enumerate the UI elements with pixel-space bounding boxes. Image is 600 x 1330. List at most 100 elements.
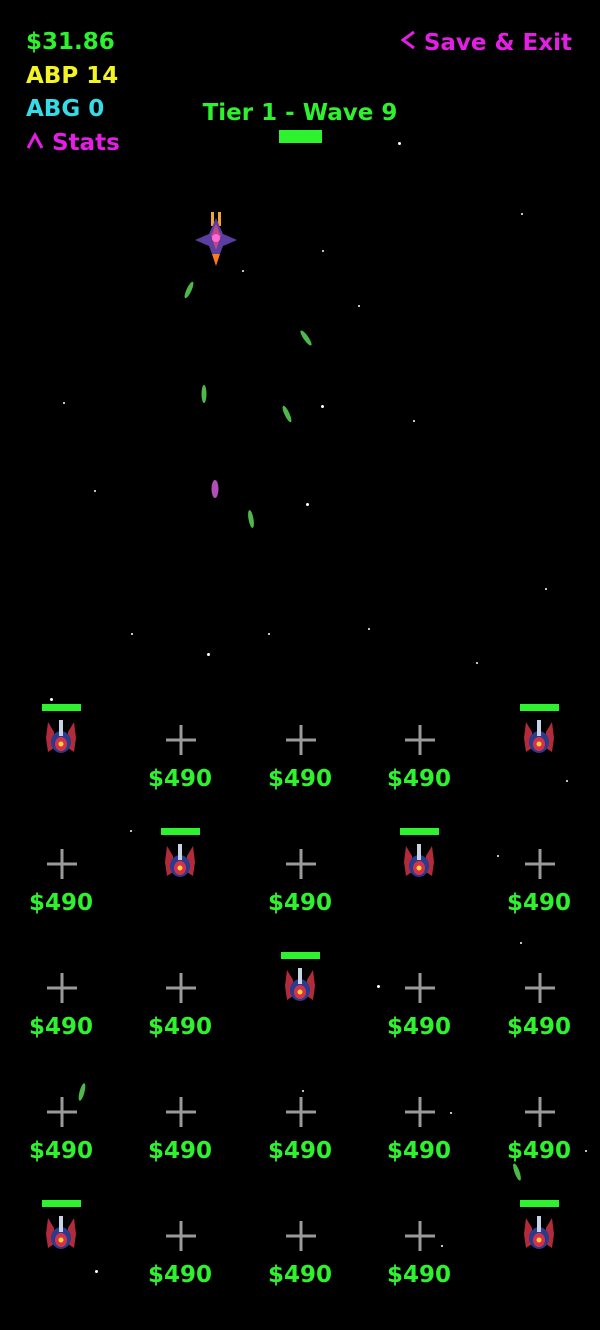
turret-slot[interactable]: $490 [369,724,469,834]
turret-slot[interactable]: $490 [11,1096,111,1206]
turret-slot[interactable]: $490 [11,972,111,1082]
star [63,402,65,404]
star [413,420,415,422]
star [207,653,210,656]
turret[interactable] [11,704,111,784]
turret-health-bar [281,952,320,959]
turret-health-bar [42,1200,81,1207]
star [94,490,96,492]
turret-slot[interactable]: $490 [489,972,589,1082]
turret-health-bar [161,828,200,835]
add-turret-icon[interactable] [46,972,78,1004]
slot-price: $490 [267,1262,332,1288]
add-turret-icon[interactable] [165,972,197,1004]
slot-price: $490 [506,1014,571,1040]
turret-slot[interactable]: $490 [369,972,469,1082]
slot-price: $490 [147,1014,212,1040]
add-turret-icon[interactable] [404,1096,436,1128]
turret-slot[interactable]: $490 [489,848,589,958]
add-turret-icon[interactable] [524,848,556,880]
turret-slot[interactable]: $490 [489,1096,589,1206]
slot-price: $490 [28,1138,93,1164]
slot-price: $490 [267,766,332,792]
laser-bolt-icon [184,281,194,299]
laser-bolt-icon [201,385,207,403]
turret[interactable] [11,1200,111,1280]
stats-button[interactable]: Stats [26,132,120,155]
turret-health-bar [42,704,81,711]
add-turret-icon[interactable] [285,848,317,880]
enemy-ship-icon [195,212,237,266]
turret-slot[interactable]: $490 [250,848,350,958]
add-turret-icon[interactable] [404,724,436,756]
star [242,270,244,272]
star [398,142,401,145]
laser-bolt-icon [248,510,254,528]
abp-display: ABP 14 [26,63,119,89]
slot-price: $490 [147,766,212,792]
slot-price: $490 [506,890,571,916]
add-turret-icon[interactable] [285,1096,317,1128]
slot-price: $490 [386,1138,451,1164]
add-turret-icon[interactable] [46,848,78,880]
star [268,633,270,635]
star [521,213,523,215]
chevron-up-icon [26,131,44,155]
turret-slot[interactable]: $490 [250,1096,350,1206]
add-turret-icon[interactable] [285,724,317,756]
turret-slot[interactable]: $490 [130,972,230,1082]
add-turret-icon[interactable] [524,972,556,1004]
add-turret-icon[interactable] [404,1220,436,1252]
slot-price: $490 [386,766,451,792]
turret[interactable] [369,828,469,908]
slot-price: $490 [386,1262,451,1288]
add-turret-icon[interactable] [404,972,436,1004]
turret-icon[interactable] [522,1214,556,1252]
turret-health-bar [520,704,559,711]
slot-price: $490 [28,1014,93,1040]
add-turret-icon[interactable] [165,1220,197,1252]
turret-icon[interactable] [44,1214,78,1252]
star [545,588,547,590]
star [368,628,370,630]
turret-icon[interactable] [163,842,197,880]
turret-slot[interactable]: $490 [130,1220,230,1330]
star [322,250,324,252]
turret-health-bar [520,1200,559,1207]
star [50,698,53,701]
turret-health-bar [400,828,439,835]
wave-health-bar [279,130,322,143]
turret-slot[interactable]: $490 [369,1220,469,1330]
turret[interactable] [250,952,350,1032]
slot-price: $490 [28,890,93,916]
turret-icon[interactable] [522,718,556,756]
star [131,633,133,635]
turret-icon[interactable] [283,966,317,1004]
add-turret-icon[interactable] [285,1220,317,1252]
add-turret-icon[interactable] [165,1096,197,1128]
turret-slot[interactable]: $490 [250,1220,350,1330]
laser-bolt-icon [282,405,292,423]
turret[interactable] [489,1200,589,1280]
stats-label: Stats [52,130,120,156]
turret-slot[interactable]: $490 [250,724,350,834]
turret-icon[interactable] [44,718,78,756]
slot-price: $490 [506,1138,571,1164]
slot-price: $490 [267,1138,332,1164]
enemy-bullet-icon [211,480,219,498]
turret-icon[interactable] [402,842,436,880]
add-turret-icon[interactable] [46,1096,78,1128]
turret-slot[interactable]: $490 [130,1096,230,1206]
slot-price: $490 [147,1262,212,1288]
turret-slot[interactable]: $490 [130,724,230,834]
turret-slot[interactable]: $490 [11,848,111,958]
save-exit-button[interactable]: Save & Exit [400,30,572,55]
turret[interactable] [130,828,230,908]
money-display: $31.86 [26,29,115,55]
star [302,1090,304,1092]
add-turret-icon[interactable] [165,724,197,756]
add-turret-icon[interactable] [524,1096,556,1128]
slot-price: $490 [386,1014,451,1040]
turret[interactable] [489,704,589,784]
turret-slot[interactable]: $490 [369,1096,469,1206]
